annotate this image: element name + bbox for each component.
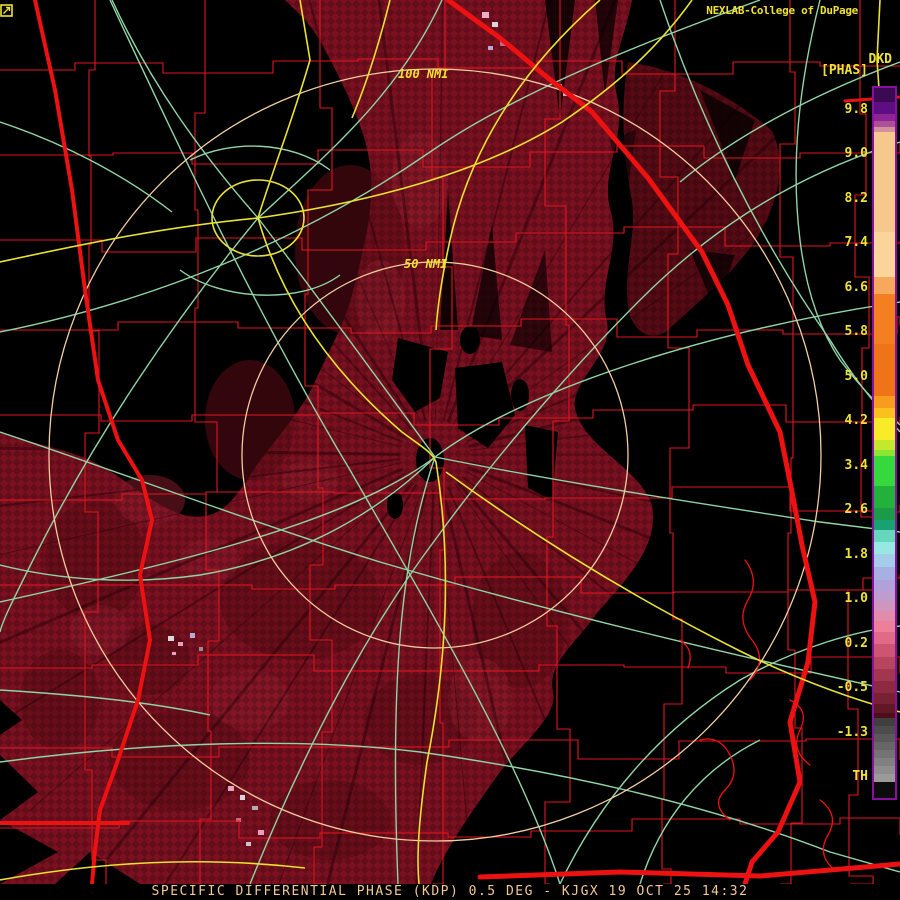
- status-bar: SPECIFIC DIFFERENTIAL PHASE (KDP) 0.5 DE…: [0, 884, 900, 900]
- colorbar-segment: [874, 396, 895, 408]
- colorbar-segment: [874, 114, 895, 121]
- colorbar-segment: [874, 232, 895, 277]
- colorbar-tick-label: -1.3: [836, 724, 868, 740]
- colorbar-tick-label: 9.0: [844, 146, 868, 162]
- cod-logo-icon: [0, 4, 13, 17]
- colorbar-segment: [874, 294, 895, 344]
- colorbar-segment: [874, 657, 895, 669]
- colorbar-segment: [874, 486, 895, 508]
- colorbar-segment: [874, 742, 895, 750]
- colorbar-segment: [874, 621, 895, 632]
- colorbar-segment: [874, 530, 895, 542]
- colorbar-segment: [874, 782, 895, 798]
- units-label: [PHAS]: [821, 63, 868, 78]
- colorbar-tick-label: 5.8: [844, 324, 868, 340]
- attribution-text: NEXLAB-College of DuPage: [706, 4, 858, 17]
- colorbar-segment: [874, 644, 895, 657]
- colorbar-segment: [874, 632, 895, 644]
- colorbar-segment: [874, 277, 895, 294]
- colorbar-segment: [874, 734, 895, 742]
- colorbar-segment: [874, 102, 895, 114]
- colorbar-segment: [874, 88, 895, 102]
- colorbar-tick-label: 2.6: [844, 502, 868, 518]
- colorbar-segment: [874, 681, 895, 693]
- ring-label-50nmi: 50 NMI: [404, 257, 448, 271]
- colorbar-tick-label: 5.0: [844, 368, 868, 384]
- colorbar-tick-label: TH: [852, 768, 868, 784]
- colorbar-segment: [874, 567, 895, 580]
- colorbar-segment: [874, 718, 895, 726]
- colorbar-segment: [874, 520, 895, 530]
- colorbar-segment: [874, 669, 895, 681]
- colorbar-tick-label: 7.4: [844, 235, 868, 251]
- colorbar-tick-label: -0.5: [836, 680, 868, 696]
- colorbar-segment: [874, 542, 895, 554]
- colorbar-segment: [874, 704, 895, 713]
- radar-map: 100 NMI 50 NMI: [0, 0, 900, 884]
- colorbar-segment: [874, 766, 895, 774]
- colorbar-segment: [874, 132, 895, 232]
- ring-label-100nmi: 100 NMI: [398, 67, 449, 81]
- colorbar-segment: [874, 456, 895, 486]
- colorbar-segment: [874, 750, 895, 758]
- colorbar-segment: [874, 508, 895, 520]
- colorbar-segment: [874, 418, 895, 440]
- colorbar-segment: [874, 440, 895, 450]
- colorbar-segment: [874, 344, 895, 396]
- colorbar-segment: [874, 591, 895, 601]
- colorbar-tick-label: 9.8: [844, 102, 868, 117]
- colorbar-segment: [874, 601, 895, 611]
- colorbar-segment: [874, 611, 895, 621]
- colorbar-tick-label: 8.2: [844, 190, 868, 206]
- colorbar: [872, 86, 897, 800]
- colorbar-tick-label: 0.2: [844, 635, 868, 651]
- colorbar-segment: [874, 693, 895, 704]
- colorbar-segment: [874, 408, 895, 418]
- colorbar-segment: [874, 580, 895, 591]
- colorbar-tick-label: 6.6: [844, 279, 868, 295]
- product-code-label: DKD: [868, 52, 892, 67]
- colorbar-segment: [874, 726, 895, 734]
- colorbar-segment: [874, 774, 895, 782]
- colorbar-segment: [874, 758, 895, 766]
- colorbar-tick-label: 1.0: [844, 591, 868, 607]
- colorbar-tick-label: 3.4: [844, 457, 868, 473]
- colorbar-tick-label: 4.2: [844, 413, 868, 429]
- colorbar-segment: [874, 554, 895, 567]
- colorbar-tick-label: 1.8: [844, 546, 868, 562]
- radar-viewer: 100 NMI 50 NMI NEXLAB-College of DuPage …: [0, 0, 900, 900]
